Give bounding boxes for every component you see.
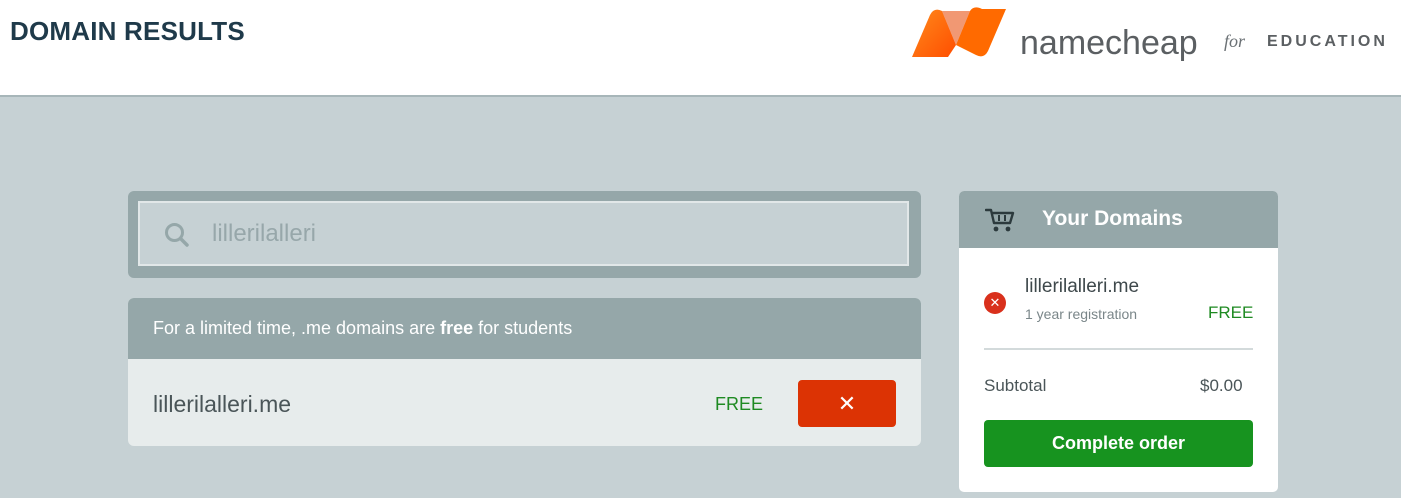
close-icon: ✕ [989,295,1001,310]
cart-item-domain: lillerilalleri.me [1025,276,1140,297]
cart-item-price: FREE [1208,303,1254,322]
remove-domain-button[interactable]: ✕ [798,380,896,427]
cart-item-remove-button[interactable]: ✕ [984,292,1006,314]
cart-title: Your Domains [1042,207,1183,230]
logo-product-text: EDUCATION [1267,33,1388,50]
domain-search-field[interactable] [138,201,909,266]
logo-brand-text: namecheap [1020,24,1198,62]
close-icon: ✕ [837,390,857,416]
domain-result-row: lillerilalleri.me FREE ✕ [128,359,921,446]
subtotal-label: Subtotal [984,376,1047,395]
search-icon[interactable] [164,222,190,253]
promo-text-suffix: for students [473,318,573,338]
promo-text-prefix: For a limited time, .me domains are [153,318,441,338]
cart-divider [984,348,1253,350]
subtotal-value: $0.00 [1200,376,1243,395]
namecheap-logo-icon [912,7,1006,58]
promo-text-highlight: free [440,318,474,338]
domain-search-input[interactable] [212,219,892,249]
promo-banner: For a limited time, .me domains are free… [128,298,921,359]
result-price: FREE [715,394,764,414]
cart-item: ✕ lillerilalleri.me 1 year registration … [959,248,1278,350]
complete-order-button[interactable]: Complete order [984,420,1253,467]
result-domain-name: lillerilalleri.me [153,391,292,417]
cart-header: Your Domains [959,191,1278,248]
cart-icon [984,207,1015,238]
page-title: DOMAIN RESULTS [10,16,245,46]
cart-item-term: 1 year registration [1025,306,1138,322]
domain-search-box [128,191,921,278]
domain-result-card: For a limited time, .me domains are free… [128,298,921,446]
logo-for-text: for [1224,31,1246,51]
page-header: DOMAIN RESULTS namecheap for EDUCATION [0,0,1401,97]
cart-panel: Your Domains ✕ lillerilalleri.me 1 year … [959,191,1278,492]
